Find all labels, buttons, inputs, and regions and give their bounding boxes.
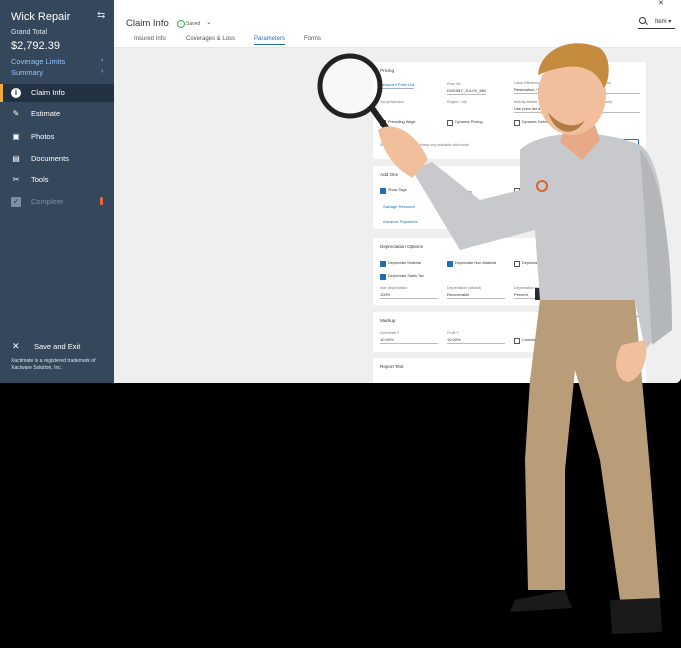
magnifying-glass-icon: [317, 53, 390, 132]
presenter-illustration: [317, 43, 672, 634]
presenter-figure: [378, 43, 672, 634]
